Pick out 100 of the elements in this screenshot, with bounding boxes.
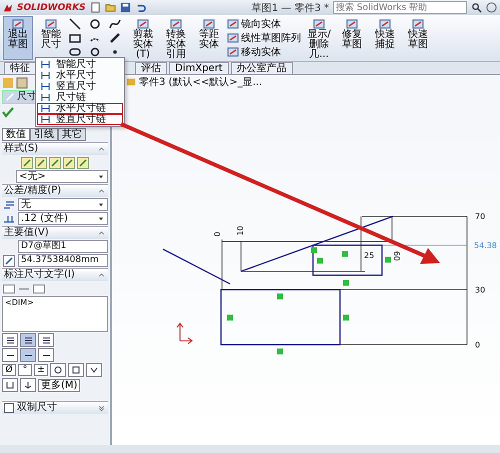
menu-item[interactable]: 水平尺寸链 xyxy=(37,103,123,114)
ribbon-button[interactable]: 快速草图 xyxy=(403,16,433,60)
rectangle-icon xyxy=(69,32,81,44)
relation-marker xyxy=(317,258,323,264)
section-header[interactable]: 样式(S) xyxy=(2,142,108,155)
breadcrumb[interactable]: 零件3 (默认<<默认>_显... xyxy=(139,75,262,89)
dimension-value[interactable]: 60 xyxy=(392,251,402,261)
menu-item[interactable]: 智能尺寸 xyxy=(37,59,123,70)
dimension-value-field[interactable]: 54.37538408mm xyxy=(18,254,108,267)
search-icon xyxy=(471,2,482,13)
dimension-name-field[interactable]: D7@草图1 xyxy=(18,240,108,253)
dimension-value[interactable]: 10 xyxy=(236,226,246,236)
section-title: 公差/精度(P) xyxy=(4,185,62,197)
menu-item[interactable]: 竖直尺寸 xyxy=(37,81,123,92)
tolerance-dropdown[interactable]: 无 xyxy=(18,198,108,211)
relation-marker xyxy=(227,314,233,321)
section-title: 样式(S) xyxy=(4,143,38,155)
section-header[interactable]: 双制尺寸 xyxy=(2,401,108,414)
ribbon-button[interactable]: 线性草图阵列 xyxy=(227,32,301,44)
tool-icon xyxy=(45,18,57,30)
dimension-icon xyxy=(40,59,51,70)
value-tab[interactable]: 引线 xyxy=(30,128,58,141)
symbol-button[interactable]: ° xyxy=(18,364,32,376)
dimension-text-field[interactable]: <DIM> xyxy=(2,296,108,332)
tool-icon xyxy=(313,18,325,30)
ribbon-button[interactable]: 转换实体引用 xyxy=(161,16,191,60)
symbol-button[interactable]: ± xyxy=(34,364,48,376)
command-tab[interactable]: 办公室产品 xyxy=(230,62,293,74)
symbol-button[interactable]: Ø xyxy=(2,364,16,376)
dimension-icon xyxy=(5,92,15,102)
section-title: 双制尺寸 xyxy=(17,402,57,414)
dimension-value-icon xyxy=(2,254,16,266)
collapse-icon xyxy=(97,270,106,280)
expand-icon xyxy=(97,404,106,412)
curve-icon xyxy=(109,18,121,30)
text-above-icon[interactable] xyxy=(2,348,18,362)
align-left-icon[interactable] xyxy=(2,333,18,347)
command-tab[interactable]: 特征 xyxy=(4,62,36,74)
style-dropdown[interactable]: <无> xyxy=(16,170,108,183)
part-icon xyxy=(126,77,136,87)
tool-icon xyxy=(346,18,358,30)
command-tab[interactable]: 评估 xyxy=(135,62,167,74)
value-tab[interactable]: 数值 xyxy=(2,128,30,141)
tool-icon xyxy=(137,18,149,30)
section-header[interactable]: 公差/精度(P) xyxy=(2,184,108,197)
dimension-icon xyxy=(40,103,51,114)
value-tab[interactable]: 其它 xyxy=(58,128,86,141)
search-field[interactable]: 搜索 SolidWorks 帮助 xyxy=(333,1,467,14)
dimension-value[interactable]: 0 xyxy=(212,232,222,237)
new-file-icon xyxy=(90,2,101,13)
ribbon-button[interactable]: 镜向实体 xyxy=(227,18,301,30)
pen-icon xyxy=(109,32,121,44)
relation-marker xyxy=(311,247,317,253)
more-button[interactable]: 更多(M) xyxy=(38,378,80,392)
ribbon-button[interactable]: 移动实体 xyxy=(227,46,301,58)
property-icon xyxy=(16,76,28,88)
ribbon-button[interactable]: 剪裁实体(T) xyxy=(128,16,158,60)
window-title: 草图1 — 零件3 * xyxy=(252,2,329,14)
align-center-icon[interactable] xyxy=(20,333,36,347)
precision-dropdown[interactable]: .12 (文件) xyxy=(18,212,108,225)
ok-icon xyxy=(2,106,14,118)
feature-tree-icon xyxy=(2,76,14,88)
circle-icon xyxy=(89,46,101,58)
axis-indicator-icon xyxy=(176,322,193,344)
tool-icon xyxy=(12,18,24,30)
style-icon xyxy=(77,156,89,168)
depth-icon[interactable] xyxy=(20,378,36,392)
dimension-icon xyxy=(40,114,51,125)
style-icon xyxy=(21,156,33,168)
ribbon-button[interactable]: 快速捕捉 xyxy=(370,16,400,60)
relation-marker xyxy=(343,280,349,286)
slot-icon xyxy=(69,46,81,58)
tool-icon xyxy=(227,46,239,58)
dimension-icon xyxy=(40,70,51,81)
text-middle-icon[interactable] xyxy=(20,348,36,362)
sketch-drawing[interactable] xyxy=(162,216,394,346)
command-tab[interactable]: DimXpert xyxy=(169,62,229,74)
ribbon-button[interactable]: 智能尺寸 xyxy=(36,16,66,60)
centerline-icon[interactable] xyxy=(50,363,66,377)
tool-icon xyxy=(227,18,239,30)
text-below-icon[interactable] xyxy=(38,348,54,362)
dual-dimension-checkbox[interactable] xyxy=(4,403,14,413)
style-icon xyxy=(49,156,61,168)
align-right-icon[interactable] xyxy=(38,333,54,347)
menu-item[interactable]: 竖直尺寸链 xyxy=(37,114,123,125)
section-title: 主要值(V) xyxy=(4,227,49,239)
ribbon-button[interactable]: 显示/删除几... xyxy=(304,16,334,60)
counterbore-icon[interactable] xyxy=(2,378,18,392)
menu-item[interactable]: 尺寸链 xyxy=(37,92,123,103)
ribbon-button[interactable]: 等距实体 xyxy=(194,16,224,60)
chevron-icon[interactable] xyxy=(86,363,102,377)
ribbon-button[interactable]: 退出草图 xyxy=(3,16,33,60)
section-header[interactable]: 标注尺寸文字(I) xyxy=(2,268,108,281)
square-icon[interactable] xyxy=(68,363,84,377)
relation-marker xyxy=(342,251,348,257)
section-header[interactable]: 主要值(V) xyxy=(2,226,108,239)
menu-item[interactable]: 水平尺寸 xyxy=(37,70,123,81)
style-icon xyxy=(63,156,75,168)
ribbon-button[interactable]: 修复草图 xyxy=(337,16,367,60)
circle-icon xyxy=(89,18,101,30)
